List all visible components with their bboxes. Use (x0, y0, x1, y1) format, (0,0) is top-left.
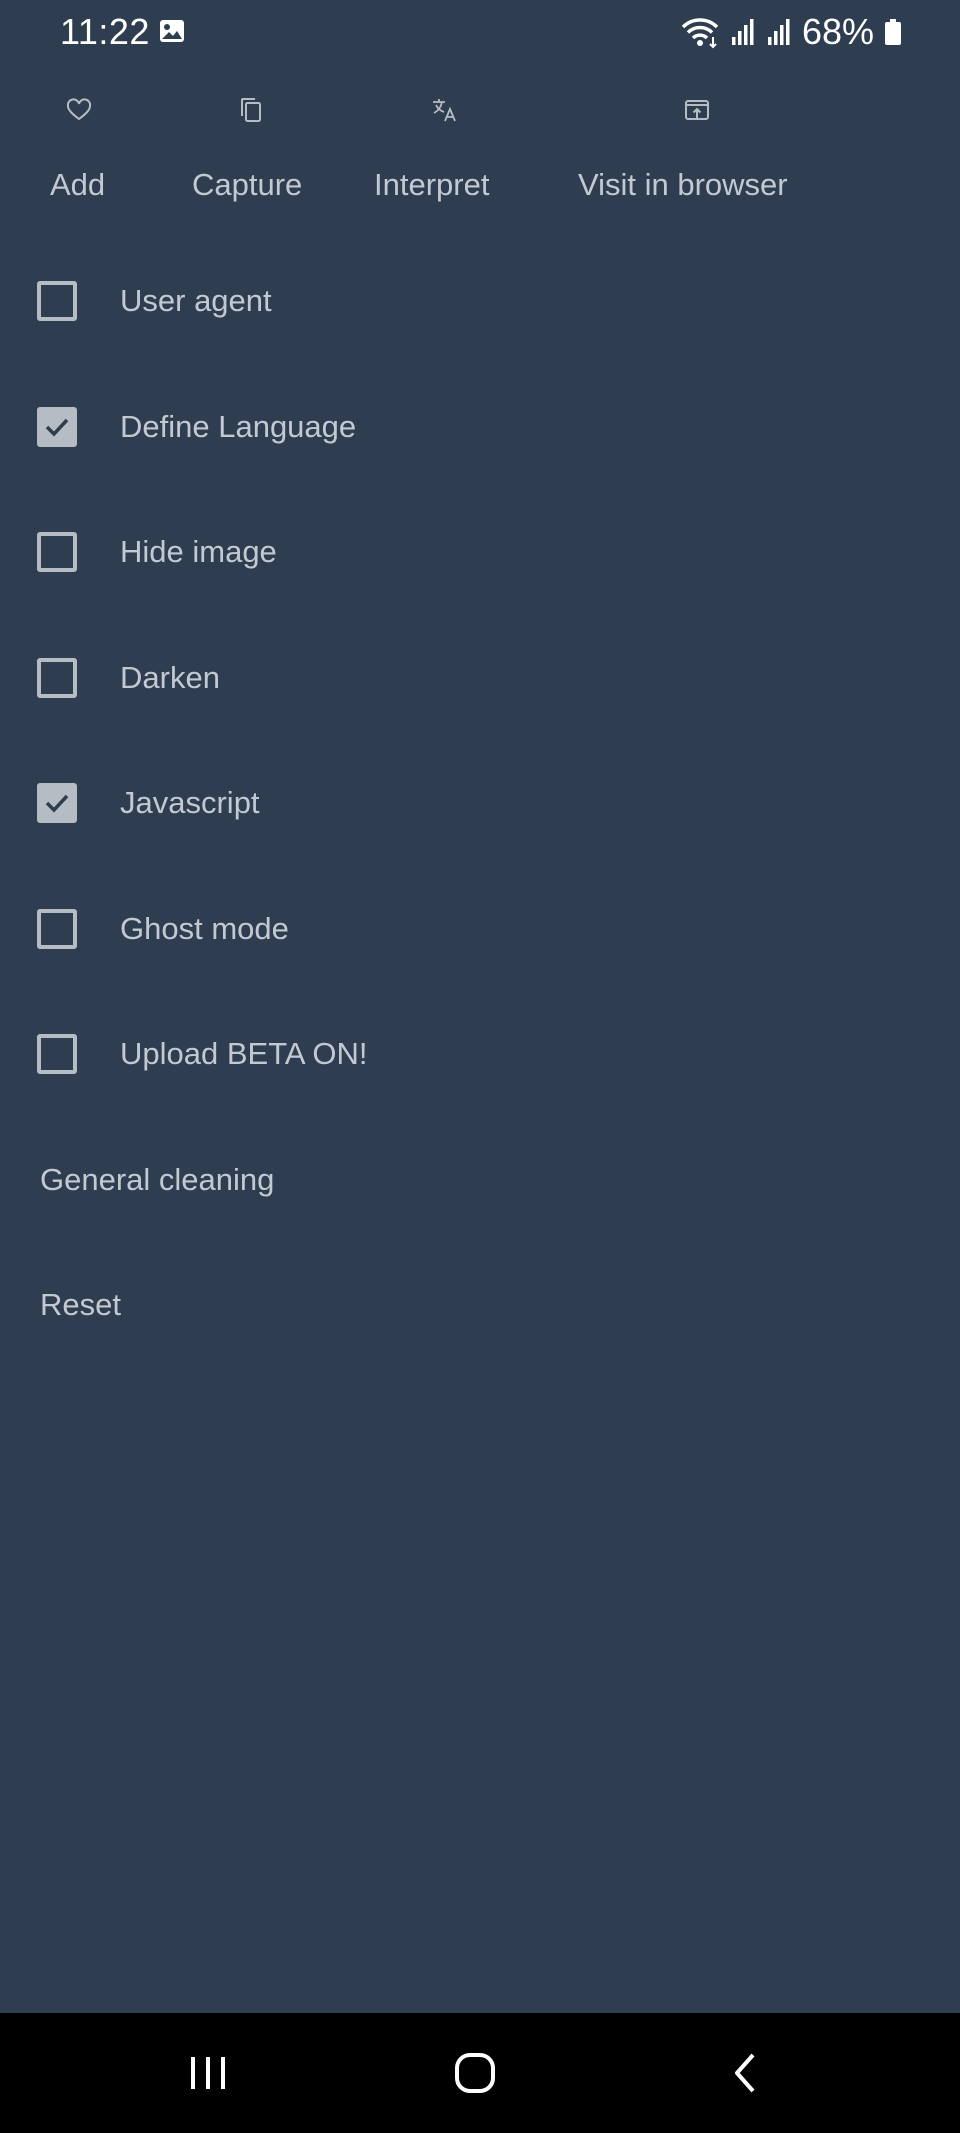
add-button[interactable]: Add (50, 165, 105, 205)
option-upload-beta[interactable]: Upload BETA ON! (0, 1016, 960, 1096)
screen: 11:22 68% Add Capture Interpret Visit in… (0, 0, 960, 2133)
reset-button[interactable]: Reset (40, 1285, 121, 1325)
checkmark-icon (45, 418, 69, 437)
option-javascript[interactable]: Javascript (0, 765, 960, 845)
status-right: 68% (680, 8, 902, 56)
general-cleaning-button[interactable]: General cleaning (40, 1160, 274, 1200)
option-label: Upload BETA ON! (120, 1036, 368, 1071)
status-bar: 11:22 68% (0, 0, 960, 64)
checkbox[interactable] (37, 1034, 77, 1074)
checkbox[interactable] (37, 281, 77, 321)
option-user-agent[interactable]: User agent (0, 263, 960, 343)
checkbox[interactable] (37, 658, 77, 698)
translate-icon[interactable] (430, 96, 458, 124)
checkbox[interactable] (37, 532, 77, 572)
option-hide-image[interactable]: Hide image (0, 514, 960, 594)
signal-icon (767, 19, 790, 45)
battery-percentage: 68% (801, 11, 874, 52)
status-time: 11:22 (60, 11, 150, 52)
option-label: Ghost mode (120, 911, 289, 946)
option-ghost-mode[interactable]: Ghost mode (0, 891, 960, 971)
visit-in-browser-button[interactable]: Visit in browser (578, 165, 788, 205)
home-icon[interactable] (445, 2043, 505, 2103)
option-label: Javascript (120, 785, 260, 820)
option-darken[interactable]: Darken (0, 640, 960, 720)
recent-apps-icon[interactable] (178, 2043, 238, 2103)
back-icon[interactable] (715, 2043, 775, 2103)
open-in-browser-icon[interactable] (683, 96, 711, 124)
battery-icon (885, 19, 901, 45)
checkmark-icon (45, 794, 69, 813)
navigation-bar (0, 2013, 960, 2133)
option-label: Hide image (120, 534, 277, 569)
checkbox-checked[interactable] (37, 407, 77, 447)
option-define-language[interactable]: Define Language (0, 389, 960, 469)
photo-icon (160, 20, 184, 42)
capture-button[interactable]: Capture (192, 165, 302, 205)
checkbox-checked[interactable] (37, 783, 77, 823)
checkbox[interactable] (37, 909, 77, 949)
option-label: Darken (120, 660, 220, 695)
wifi-icon (681, 18, 719, 49)
copy-icon[interactable] (237, 96, 265, 124)
heart-icon[interactable] (65, 96, 93, 124)
signal-icon (731, 19, 754, 45)
option-label: User agent (120, 283, 272, 318)
option-label: Define Language (120, 409, 357, 444)
interpret-button[interactable]: Interpret (374, 165, 489, 205)
